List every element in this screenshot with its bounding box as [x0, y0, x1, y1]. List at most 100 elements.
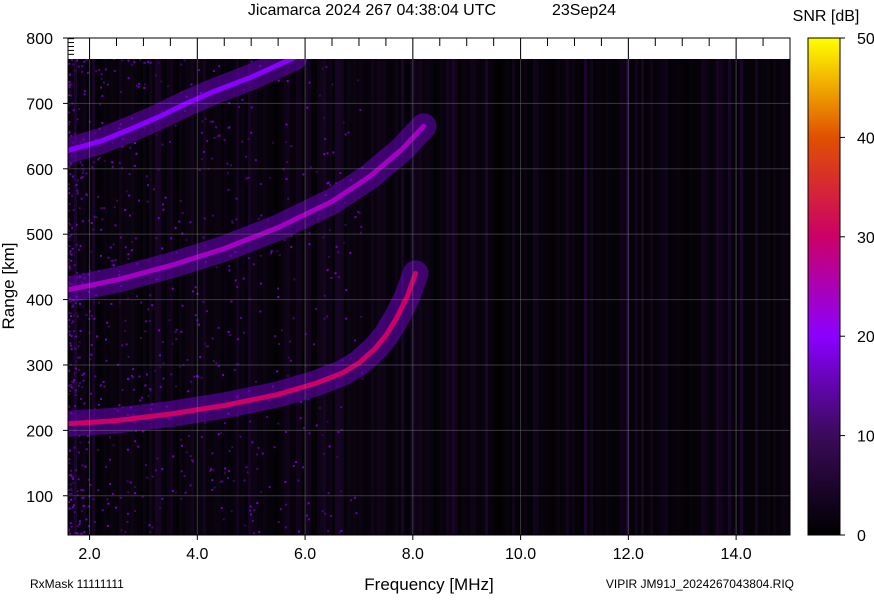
noise-speckle — [79, 330, 82, 332]
noise-speckle — [76, 525, 79, 527]
noise-speckle — [183, 59, 186, 62]
noise-speckle — [285, 178, 288, 180]
noise-speckle — [305, 514, 308, 517]
noise-speckle — [128, 194, 131, 197]
noise-speckle — [68, 121, 71, 124]
noise-speckle — [247, 138, 250, 140]
noise-speckle — [228, 470, 231, 473]
noise-speckle — [235, 197, 238, 200]
noise-streak — [689, 38, 692, 535]
noise-streak — [374, 38, 377, 535]
noise-speckle — [79, 441, 82, 444]
noise-speckle — [347, 131, 350, 134]
noise-speckle — [227, 331, 230, 333]
noise-speckle — [259, 254, 262, 257]
noise-speckle — [212, 360, 215, 363]
noise-speckle — [175, 385, 178, 388]
noise-speckle — [144, 384, 147, 387]
noise-streak — [581, 38, 584, 535]
noise-speckle — [328, 255, 331, 258]
noise-speckle — [361, 377, 364, 380]
noise-speckle — [204, 118, 207, 120]
noise-streak — [332, 38, 335, 535]
x-tick-label: 4.0 — [186, 546, 208, 563]
noise-speckle — [253, 532, 256, 535]
noise-streak — [380, 38, 383, 535]
noise-streak — [275, 38, 278, 535]
noise-streak — [530, 38, 533, 535]
noise-speckle — [286, 161, 289, 164]
noise-speckle — [184, 491, 187, 494]
noise-speckle — [159, 366, 162, 369]
noise-speckle — [78, 356, 81, 359]
noise-speckle — [95, 70, 98, 73]
noise-speckle — [103, 160, 106, 163]
noise-streak — [347, 38, 350, 535]
noise-speckle — [270, 252, 272, 255]
noise-speckle — [72, 209, 75, 211]
noise-speckle — [80, 509, 83, 512]
noise-speckle — [326, 315, 329, 318]
noise-speckle — [241, 140, 244, 143]
y-tick-label: 600 — [26, 162, 53, 179]
noise-speckle — [265, 416, 268, 419]
noise-speckle — [112, 243, 115, 246]
noise-streak — [635, 38, 638, 535]
noise-streak — [554, 38, 557, 535]
noise-streak — [668, 38, 671, 535]
noise-speckle — [120, 90, 122, 93]
noise-speckle — [198, 69, 201, 72]
noise-speckle — [230, 300, 233, 303]
noise-speckle — [107, 83, 109, 86]
noise-speckle — [277, 422, 280, 425]
noise-speckle — [202, 150, 205, 153]
noise-speckle — [326, 182, 329, 185]
noise-speckle — [232, 479, 235, 482]
noise-streak — [242, 38, 245, 535]
noise-streak — [233, 38, 236, 535]
noise-speckle — [307, 518, 310, 521]
noise-speckle — [68, 529, 71, 532]
noise-speckle — [226, 172, 229, 175]
noise-speckle — [191, 460, 194, 463]
noise-speckle — [147, 308, 150, 311]
noise-speckle — [68, 165, 71, 168]
noise-speckle — [278, 254, 281, 256]
noise-speckle — [68, 104, 71, 107]
noise-speckle — [241, 98, 244, 101]
noise-speckle — [161, 468, 164, 471]
noise-speckle — [218, 134, 221, 137]
noise-streak — [764, 38, 767, 535]
noise-streak — [437, 38, 440, 535]
x-tick-label: 12.0 — [613, 546, 644, 563]
noise-streak — [650, 38, 653, 535]
noise-streak — [464, 38, 467, 535]
noise-speckle — [93, 520, 96, 523]
noise-speckle — [76, 315, 79, 318]
noise-speckle — [249, 505, 252, 508]
noise-speckle — [322, 452, 325, 455]
noise-speckle — [193, 375, 196, 378]
noise-speckle — [102, 380, 105, 383]
noise-speckle — [80, 489, 83, 492]
noise-speckle — [134, 440, 137, 443]
noise-speckle — [243, 479, 246, 482]
noise-speckle — [293, 278, 296, 281]
noise-streak — [488, 38, 491, 535]
noise-speckle — [217, 365, 220, 368]
noise-streak — [779, 38, 782, 535]
noise-speckle — [73, 330, 76, 333]
noise-speckle — [94, 375, 97, 378]
noise-streak — [548, 38, 551, 535]
noise-speckle — [69, 473, 72, 476]
noise-speckle — [279, 508, 282, 511]
noise-speckle — [174, 124, 177, 127]
noise-speckle — [105, 338, 107, 341]
noise-speckle — [74, 532, 77, 535]
noise-speckle — [136, 295, 138, 298]
noise-speckle — [70, 492, 73, 495]
noise-speckle — [211, 214, 214, 217]
noise-speckle — [273, 446, 276, 449]
noise-speckle — [284, 480, 287, 483]
noise-streak — [368, 38, 371, 535]
